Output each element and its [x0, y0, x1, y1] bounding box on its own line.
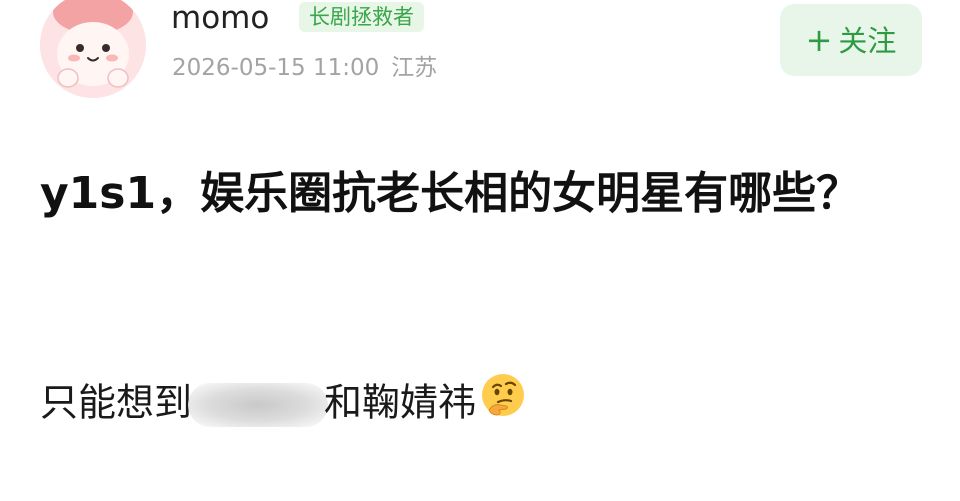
user-avatar[interactable]: [40, 0, 146, 98]
body-text-start: 只能想到: [40, 380, 193, 425]
follow-button[interactable]: + 关注: [780, 4, 922, 76]
follow-label: 关注: [838, 24, 897, 58]
post-body: 只能想到 和鞠婧祎: [40, 374, 526, 434]
post-title: y1s1，娱乐圈抗老长相的女明星有哪些？: [40, 168, 861, 219]
body-text-end: 和鞠婧祎: [324, 380, 477, 425]
plus-icon: +: [805, 21, 833, 59]
post-location: 江苏: [391, 55, 438, 81]
user-badge: 长剧拯救者: [299, 2, 424, 32]
post-card: momo 长剧拯救者 2026-05-15 11:00 江苏 + 关注 y1s1，娱…: [0, 0, 960, 501]
thinking-face-icon: [480, 372, 526, 430]
blurred-name: [188, 383, 329, 427]
username[interactable]: momo: [171, 0, 269, 36]
post-timestamp: 2026-05-15 11:00: [172, 55, 380, 81]
post-meta: 2026-05-15 11:00 江苏: [172, 53, 437, 83]
cartoon-peach-avatar-icon: [40, 0, 146, 98]
